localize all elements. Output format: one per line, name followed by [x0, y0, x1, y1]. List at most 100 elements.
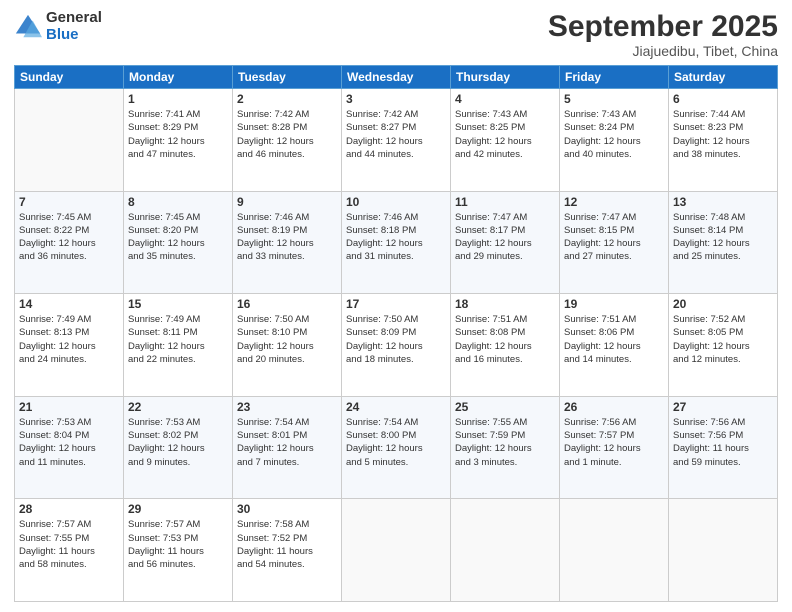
- calendar-cell: 6 Sunrise: 7:44 AM Sunset: 8:23 PM Daylig…: [669, 89, 778, 192]
- day-number: 17: [346, 297, 446, 311]
- weekday-header-friday: Friday: [560, 66, 669, 89]
- calendar-cell: 28Sunrise: 7:57 AM Sunset: 7:55 PM Dayli…: [15, 499, 124, 602]
- calendar-cell: 23Sunrise: 7:54 AM Sunset: 8:01 PM Dayli…: [233, 396, 342, 499]
- calendar-cell: [560, 499, 669, 602]
- week-row-4: 21 Sunrise: 7:53 AM Sunset: 8:04 PM Dayli…: [15, 396, 778, 499]
- calendar-cell: 20Sunrise: 7:52 AM Sunset: 8:05 PM Dayli…: [669, 294, 778, 397]
- day-number: 9: [237, 195, 337, 209]
- day-info: Sunrise: 7:46 AM Sunset: 8:19 PM Dayligh…: [237, 211, 337, 264]
- calendar-cell: 19 Sunrise: 7:51 AM Sunset: 8:06 PM Dayli…: [560, 294, 669, 397]
- calendar-cell: 1 Sunrise: 7:41 AM Sunset: 8:29 PM Daylig…: [124, 89, 233, 192]
- calendar-cell: 15 Sunrise: 7:49 AM Sunset: 8:11 PM Dayli…: [124, 294, 233, 397]
- day-number: 7: [19, 195, 119, 209]
- calendar-cell: 13 Sunrise: 7:48 AM Sunset: 8:14 PM Dayli…: [669, 191, 778, 294]
- week-row-2: 7 Sunrise: 7:45 AM Sunset: 8:22 PM Daylig…: [15, 191, 778, 294]
- calendar-cell: 10 Sunrise: 7:46 AM Sunset: 8:18 PM Dayli…: [342, 191, 451, 294]
- day-number: 8: [128, 195, 228, 209]
- day-info: Sunrise: 7:47 AM Sunset: 8:17 PM Dayligh…: [455, 211, 555, 264]
- calendar-cell: 25 Sunrise: 7:55 AM Sunset: 7:59 PM Dayli…: [451, 396, 560, 499]
- calendar-cell: 30 Sunrise: 7:58 AM Sunset: 7:52 PM Dayli…: [233, 499, 342, 602]
- day-info: Sunrise: 7:45 AM Sunset: 8:22 PM Dayligh…: [19, 211, 119, 264]
- calendar-cell: 26 Sunrise: 7:56 AM Sunset: 7:57 PM Dayli…: [560, 396, 669, 499]
- day-number: 2: [237, 92, 337, 106]
- day-number: 26: [564, 400, 664, 414]
- calendar-cell: [669, 499, 778, 602]
- day-info: Sunrise: 7:42 AM Sunset: 8:27 PM Dayligh…: [346, 108, 446, 161]
- day-info: Sunrise: 7:47 AM Sunset: 8:15 PM Dayligh…: [564, 211, 664, 264]
- day-number: 5: [564, 92, 664, 106]
- week-row-3: 14 Sunrise: 7:49 AM Sunset: 8:13 PM Dayli…: [15, 294, 778, 397]
- weekday-header-saturday: Saturday: [669, 66, 778, 89]
- day-number: 16: [237, 297, 337, 311]
- day-info: Sunrise: 7:53 AM Sunset: 8:02 PM Dayligh…: [128, 416, 228, 469]
- calendar-cell: 22Sunrise: 7:53 AM Sunset: 8:02 PM Dayli…: [124, 396, 233, 499]
- day-number: 20: [673, 297, 773, 311]
- day-info: Sunrise: 7:44 AM Sunset: 8:23 PM Dayligh…: [673, 108, 773, 161]
- day-info: Sunrise: 7:43 AM Sunset: 8:25 PM Dayligh…: [455, 108, 555, 161]
- calendar-cell: 27 Sunrise: 7:56 AM Sunset: 7:56 PM Dayli…: [669, 396, 778, 499]
- weekday-header-monday: Monday: [124, 66, 233, 89]
- day-number: 11: [455, 195, 555, 209]
- day-number: 21: [19, 400, 119, 414]
- day-info: Sunrise: 7:56 AM Sunset: 7:57 PM Dayligh…: [564, 416, 664, 469]
- day-info: Sunrise: 7:48 AM Sunset: 8:14 PM Dayligh…: [673, 211, 773, 264]
- day-number: 25: [455, 400, 555, 414]
- week-row-5: 28Sunrise: 7:57 AM Sunset: 7:55 PM Dayli…: [15, 499, 778, 602]
- day-info: Sunrise: 7:42 AM Sunset: 8:28 PM Dayligh…: [237, 108, 337, 161]
- calendar-cell: [342, 499, 451, 602]
- day-number: 1: [128, 92, 228, 106]
- day-info: Sunrise: 7:51 AM Sunset: 8:08 PM Dayligh…: [455, 313, 555, 366]
- calendar-cell: 4Sunrise: 7:43 AM Sunset: 8:25 PM Daylig…: [451, 89, 560, 192]
- day-number: 30: [237, 502, 337, 516]
- day-info: Sunrise: 7:50 AM Sunset: 8:10 PM Dayligh…: [237, 313, 337, 366]
- week-row-1: 1 Sunrise: 7:41 AM Sunset: 8:29 PM Daylig…: [15, 89, 778, 192]
- day-info: Sunrise: 7:46 AM Sunset: 8:18 PM Dayligh…: [346, 211, 446, 264]
- logo: General Blue: [14, 10, 102, 43]
- logo-general: General: [46, 10, 102, 27]
- day-number: 23: [237, 400, 337, 414]
- calendar-cell: 8Sunrise: 7:45 AM Sunset: 8:20 PM Daylig…: [124, 191, 233, 294]
- calendar-cell: 2 Sunrise: 7:42 AM Sunset: 8:28 PM Daylig…: [233, 89, 342, 192]
- day-number: 24: [346, 400, 446, 414]
- day-info: Sunrise: 7:49 AM Sunset: 8:11 PM Dayligh…: [128, 313, 228, 366]
- day-info: Sunrise: 7:57 AM Sunset: 7:53 PM Dayligh…: [128, 518, 228, 571]
- day-info: Sunrise: 7:53 AM Sunset: 8:04 PM Dayligh…: [19, 416, 119, 469]
- weekday-header-row: SundayMondayTuesdayWednesdayThursdayFrid…: [15, 66, 778, 89]
- calendar-cell: 17 Sunrise: 7:50 AM Sunset: 8:09 PM Dayli…: [342, 294, 451, 397]
- day-number: 14: [19, 297, 119, 311]
- calendar-cell: 5 Sunrise: 7:43 AM Sunset: 8:24 PM Daylig…: [560, 89, 669, 192]
- day-number: 13: [673, 195, 773, 209]
- day-info: Sunrise: 7:56 AM Sunset: 7:56 PM Dayligh…: [673, 416, 773, 469]
- day-info: Sunrise: 7:51 AM Sunset: 8:06 PM Dayligh…: [564, 313, 664, 366]
- calendar-cell: 12Sunrise: 7:47 AM Sunset: 8:15 PM Dayli…: [560, 191, 669, 294]
- day-info: Sunrise: 7:58 AM Sunset: 7:52 PM Dayligh…: [237, 518, 337, 571]
- day-number: 15: [128, 297, 228, 311]
- day-number: 28: [19, 502, 119, 516]
- day-info: Sunrise: 7:41 AM Sunset: 8:29 PM Dayligh…: [128, 108, 228, 161]
- title-block: September 2025 Jiajuedibu, Tibet, China: [548, 10, 778, 59]
- weekday-header-wednesday: Wednesday: [342, 66, 451, 89]
- day-number: 19: [564, 297, 664, 311]
- calendar-cell: 14 Sunrise: 7:49 AM Sunset: 8:13 PM Dayli…: [15, 294, 124, 397]
- calendar-cell: [451, 499, 560, 602]
- calendar-cell: 7 Sunrise: 7:45 AM Sunset: 8:22 PM Daylig…: [15, 191, 124, 294]
- month-title: September 2025: [548, 10, 778, 43]
- calendar-cell: 29Sunrise: 7:57 AM Sunset: 7:53 PM Dayli…: [124, 499, 233, 602]
- weekday-header-sunday: Sunday: [15, 66, 124, 89]
- calendar-cell: 11 Sunrise: 7:47 AM Sunset: 8:17 PM Dayli…: [451, 191, 560, 294]
- calendar-cell: 9 Sunrise: 7:46 AM Sunset: 8:19 PM Daylig…: [233, 191, 342, 294]
- calendar-cell: 3 Sunrise: 7:42 AM Sunset: 8:27 PM Daylig…: [342, 89, 451, 192]
- day-number: 6: [673, 92, 773, 106]
- logo-icon: [14, 13, 42, 41]
- day-info: Sunrise: 7:43 AM Sunset: 8:24 PM Dayligh…: [564, 108, 664, 161]
- weekday-header-thursday: Thursday: [451, 66, 560, 89]
- day-number: 10: [346, 195, 446, 209]
- page: General Blue September 2025 Jiajuedibu, …: [0, 0, 792, 612]
- day-info: Sunrise: 7:49 AM Sunset: 8:13 PM Dayligh…: [19, 313, 119, 366]
- day-info: Sunrise: 7:50 AM Sunset: 8:09 PM Dayligh…: [346, 313, 446, 366]
- day-number: 27: [673, 400, 773, 414]
- calendar-cell: 21 Sunrise: 7:53 AM Sunset: 8:04 PM Dayli…: [15, 396, 124, 499]
- calendar: SundayMondayTuesdayWednesdayThursdayFrid…: [14, 65, 778, 602]
- day-number: 3: [346, 92, 446, 106]
- day-info: Sunrise: 7:55 AM Sunset: 7:59 PM Dayligh…: [455, 416, 555, 469]
